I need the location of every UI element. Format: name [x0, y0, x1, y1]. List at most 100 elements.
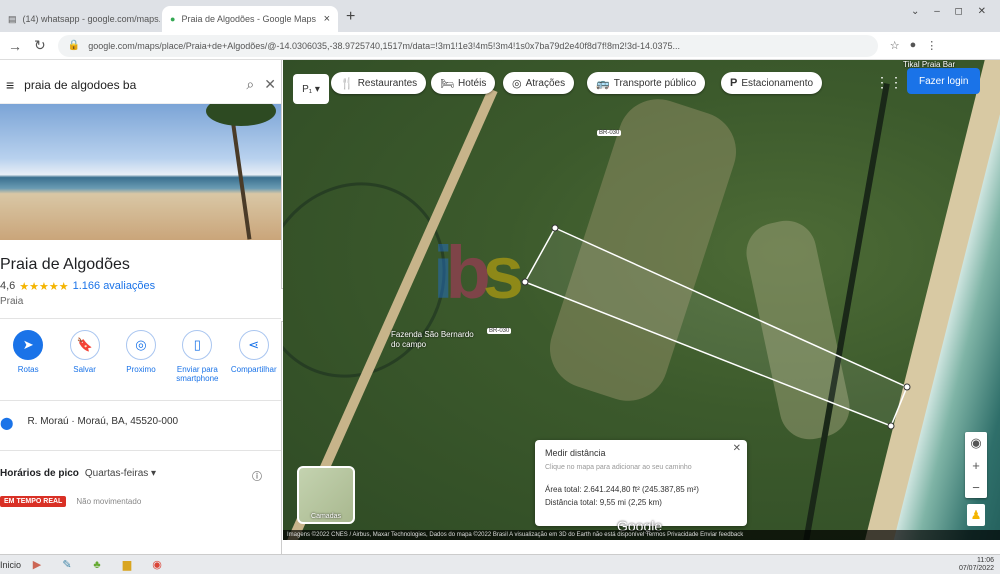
phone-icon: ▯ [182, 330, 213, 360]
tab-title: (14) whatsapp - google.com/maps... [22, 14, 160, 24]
map-layer-switcher[interactable]: Camadas [297, 466, 355, 524]
tab-title: Praia de Algodões - Google Maps [181, 14, 317, 24]
layers-toggle-button[interactable]: P₁ ▾ [293, 74, 329, 104]
measure-title: Medir distância [545, 448, 606, 458]
place-category: Praia [0, 296, 24, 307]
start-button[interactable]: Inicio [0, 560, 21, 570]
action-label: Salvar [73, 365, 96, 374]
live-status: EM TEMPO REAL Não movimentado [0, 496, 141, 507]
pegman-icon[interactable]: ♟ [967, 504, 985, 526]
place-title: Praia de Algodões [0, 256, 130, 273]
url-text: google.com/maps/place/Praia+de+Algodões/… [88, 40, 680, 51]
satellite-map[interactable]: ibs P₁ ▾ 🍴 Restaurantes 🛏 Hotéis ◎ Atraç… [283, 60, 1000, 540]
poi-label[interactable]: Fazenda São Bernardo do campo [391, 330, 481, 349]
compass-icon[interactable]: ◉ [965, 432, 987, 454]
bookmark-icon: 🔖 [69, 330, 100, 360]
clock-time: 11:06 [977, 556, 994, 564]
zoom-controls: ◉ + − [965, 432, 987, 498]
bookmark-star-icon[interactable]: ☆ [890, 39, 900, 52]
watermark-logo: ibs [433, 231, 524, 314]
location-pin-icon: ⬤ [0, 416, 14, 430]
new-tab-button[interactable]: + [346, 8, 355, 26]
action-label: Rotas [17, 365, 39, 374]
popular-times-header: Horários de pico Quartas-feiras ▾ ⓘ [0, 468, 281, 483]
palm-leaves [206, 104, 276, 126]
nearby-button[interactable]: ◎ Proximo [115, 330, 167, 384]
forward-icon[interactable]: → [8, 38, 22, 54]
menu-dots-icon[interactable]: ⋮ [926, 39, 937, 52]
chip-parking[interactable]: P Estacionamento [721, 72, 823, 94]
chip-transit[interactable]: 🚌 Transporte público [587, 72, 706, 94]
browser-toolbar: → ↻ 🔒 google.com/maps/place/Praia+de+Alg… [0, 32, 1000, 60]
rating-value: 4,6 [0, 280, 16, 292]
reviews-link[interactable]: 1.166 avaliações [73, 280, 156, 293]
chip-label: Atrações [525, 77, 566, 89]
browser-tab-active[interactable]: ● Praia de Algodões - Google Maps × [162, 6, 338, 32]
directions-icon: ➤ [13, 330, 44, 360]
map-footer: Imagens ©2022 CNES / Airbus, Maxar Techn… [283, 530, 1000, 540]
chip-attractions[interactable]: ◎ Atrações [503, 72, 575, 94]
parking-icon: P [730, 77, 738, 89]
paint-app-icon[interactable]: ✎ [56, 557, 78, 573]
hotel-icon: 🛏 [440, 77, 454, 90]
share-icon: ⋖ [238, 330, 269, 360]
place-photo[interactable] [0, 104, 281, 240]
close-icon[interactable]: ✕ [264, 76, 276, 93]
hamburger-menu-icon[interactable]: ≡ [6, 77, 14, 93]
transit-icon: 🚌 [596, 77, 610, 90]
send-to-phone-button[interactable]: ▯ Enviar para smartphone [171, 330, 223, 384]
search-input[interactable] [24, 77, 237, 92]
tab-close-icon[interactable]: × [324, 13, 330, 25]
zoom-out-button[interactable]: − [965, 476, 987, 498]
address-text: R. Moraú · Moraú, BA, 45520-000 [27, 416, 179, 427]
reload-icon[interactable]: ↻ [34, 37, 46, 54]
login-button[interactable]: Fazer login [907, 68, 981, 94]
chip-label: Transporte público [613, 77, 697, 89]
address-bar[interactable]: 🔒 google.com/maps/place/Praia+de+Algodõe… [57, 34, 878, 57]
live-badge: EM TEMPO REAL [0, 496, 67, 507]
profile-icon[interactable]: ● [910, 39, 917, 52]
zoom-in-button[interactable]: + [965, 454, 987, 476]
place-panel: ≡ ⌕ ✕ Praia de Algodões 4,6 ★★★★★ 1.166 … [0, 60, 282, 554]
share-button[interactable]: ⋖ Compartilhar [228, 330, 280, 384]
search-icon[interactable]: ⌕ [246, 76, 254, 93]
lock-icon: 🔒 [67, 40, 81, 51]
system-clock[interactable]: 11:06 07/07/2022 [959, 557, 994, 572]
clock-date: 07/07/2022 [958, 564, 994, 572]
measure-area: Área total: 2.641.244,80 ft² (245.387,85… [545, 485, 699, 494]
day-selector[interactable]: Quartas-feiras ▾ [85, 468, 156, 479]
action-label: Enviar para smartphone [176, 365, 219, 383]
os-taskbar: Inicio ▶ ✎ ♣ ▆ ◉ 11:06 07/07/2022 [0, 554, 1000, 574]
star-rating-icon: ★★★★★ [19, 281, 69, 293]
chip-label: Hotéis [457, 77, 487, 89]
game-app-icon[interactable]: ♣ [86, 557, 108, 573]
directions-button[interactable]: ➤ Rotas [2, 330, 54, 384]
measure-hint: Clique no mapa para adicionar ao seu cam… [545, 464, 692, 471]
browser-tab[interactable]: ▤ (14) whatsapp - google.com/maps... × [0, 6, 160, 32]
divider [0, 450, 281, 451]
address-row[interactable]: ⬤ R. Moraú · Moraú, BA, 45520-000 [0, 416, 178, 430]
attractions-icon: ◎ [512, 77, 522, 90]
chip-restaurants[interactable]: 🍴 Restaurantes [331, 72, 427, 94]
media-app-icon[interactable]: ▶ [26, 557, 48, 573]
info-icon[interactable]: ⓘ [252, 468, 262, 483]
rating-row: 4,6 ★★★★★ 1.166 avaliações [0, 280, 155, 293]
action-label: Proximo [126, 365, 156, 374]
browser-tab-bar: ▤ (14) whatsapp - google.com/maps... × ●… [0, 0, 1000, 32]
save-button[interactable]: 🔖 Salvar [59, 330, 111, 384]
close-icon[interactable]: ✕ [733, 443, 741, 454]
popular-times-title: Horários de pico [0, 468, 79, 479]
highway-shield: BR-030 [597, 130, 622, 136]
window-controls[interactable]: ⌄ – ◻ ✕ [911, 6, 992, 17]
poi-label[interactable]: Tikal Praia Bar [903, 60, 955, 70]
divider [0, 400, 281, 401]
chrome-icon[interactable]: ◉ [146, 557, 168, 573]
chip-hotels[interactable]: 🛏 Hotéis [431, 72, 496, 94]
highway-shield: BR-030 [487, 328, 512, 334]
restaurant-icon: 🍴 [340, 77, 354, 90]
action-label: Compartilhar [230, 365, 277, 374]
measure-distance: Distância total: 9,55 mi (2,25 km) [545, 498, 662, 507]
nearby-icon: ◎ [125, 330, 156, 360]
folder-icon[interactable]: ▆ [116, 557, 138, 573]
measure-distance-card: ✕ Medir distância Clique no mapa para ad… [535, 440, 747, 526]
